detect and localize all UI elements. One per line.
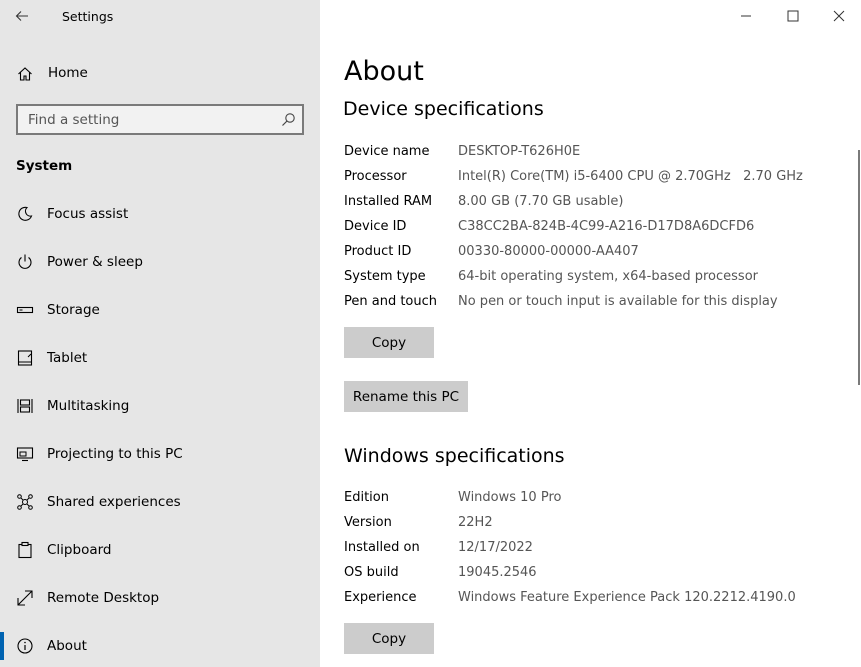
sidebar-item-label: Tablet — [47, 350, 88, 366]
shared-icon — [16, 493, 34, 511]
section-title-device-specs: Device specifications — [343, 98, 544, 120]
maximize-button[interactable] — [783, 6, 803, 26]
spec-value: 64-bit operating system, x64-based proce… — [458, 269, 758, 284]
sidebar-item-label: Remote Desktop — [47, 590, 160, 606]
spec-value: 00330-80000-00000-AA407 — [458, 244, 639, 259]
sidebar-item-label: About — [47, 638, 87, 654]
spec-value: 22H2 — [458, 515, 493, 530]
section-label-system: System — [16, 158, 73, 174]
multitasking-icon — [16, 397, 34, 415]
spec-value: 8.00 GB (7.70 GB usable) — [458, 194, 624, 209]
spec-key: System type — [344, 269, 426, 284]
rename-pc-button[interactable]: Rename this PC — [344, 381, 468, 412]
sidebar-item-label: Shared experiences — [47, 494, 181, 510]
spec-key: Installed RAM — [344, 194, 433, 209]
spec-value: 12/17/2022 — [458, 540, 533, 555]
title-bar: Settings — [0, 0, 320, 34]
sidebar-item-focus-assist[interactable]: Focus assist — [0, 196, 320, 232]
projector-icon — [16, 445, 34, 463]
tablet-icon — [16, 349, 34, 367]
spec-value: DESKTOP-T626H0E — [458, 144, 581, 159]
spec-key: Experience — [344, 590, 417, 605]
home-icon — [16, 65, 34, 83]
sidebar-item-label: Focus assist — [47, 206, 129, 222]
sidebar-item-label: Home — [48, 65, 88, 81]
spec-key: Edition — [344, 490, 389, 505]
search-icon[interactable] — [281, 112, 296, 127]
spec-value: C38CC2BA-824B-4C99-A216-D17D8A6DCFD6 — [458, 219, 755, 234]
scrollbar-thumb[interactable] — [858, 150, 860, 385]
main-content: About Device specifications Device name … — [320, 0, 861, 667]
page-title: About — [344, 56, 424, 87]
spec-value: Windows 10 Pro — [458, 490, 562, 505]
sidebar-item-label: Power & sleep — [47, 254, 143, 270]
close-icon — [833, 10, 845, 22]
power-icon — [16, 253, 34, 271]
copy-windows-specs-button[interactable]: Copy — [344, 623, 434, 654]
app-title: Settings — [62, 9, 114, 24]
spec-key: Device ID — [344, 219, 407, 234]
storage-icon — [16, 301, 34, 319]
clipboard-icon — [16, 541, 34, 559]
sidebar-item-label: Storage — [47, 302, 100, 318]
back-arrow-icon — [15, 11, 28, 21]
spec-key: Pen and touch — [344, 294, 438, 309]
selection-indicator — [0, 632, 4, 660]
search-box[interactable] — [16, 104, 304, 135]
spec-value: No pen or touch input is available for t… — [458, 294, 778, 309]
sidebar-item-clipboard[interactable]: Clipboard — [0, 532, 320, 568]
info-icon — [16, 637, 34, 655]
sidebar-item-storage[interactable]: Storage — [0, 292, 320, 328]
spec-key: Processor — [344, 169, 407, 184]
sidebar-item-shared-experiences[interactable]: Shared experiences — [0, 484, 320, 520]
sidebar-item-tablet[interactable]: Tablet — [0, 340, 320, 376]
sidebar-item-projecting[interactable]: Projecting to this PC — [0, 436, 320, 472]
maximize-icon — [787, 10, 799, 22]
spec-value: 19045.2546 — [458, 565, 537, 580]
moon-icon — [16, 205, 34, 223]
section-title-windows-specs: Windows specifications — [344, 445, 565, 467]
sidebar-item-label: Clipboard — [47, 542, 112, 558]
spec-key: Version — [344, 515, 392, 530]
sidebar-item-label: Projecting to this PC — [47, 446, 183, 462]
sidebar-item-label: Multitasking — [47, 398, 130, 414]
sidebar: Settings Home System Focus assist Power … — [0, 0, 320, 667]
sidebar-item-home[interactable]: Home — [0, 58, 320, 88]
spec-key: OS build — [344, 565, 399, 580]
minimize-icon — [741, 15, 751, 17]
minimize-button[interactable] — [736, 6, 756, 26]
close-button[interactable] — [829, 6, 849, 26]
sidebar-item-remote-desktop[interactable]: Remote Desktop — [0, 580, 320, 616]
spec-value: Windows Feature Experience Pack 120.2212… — [458, 590, 796, 605]
spec-key: Product ID — [344, 244, 412, 259]
spec-value: Intel(R) Core(TM) i5-6400 CPU @ 2.70GHz … — [458, 169, 803, 184]
sidebar-item-multitasking[interactable]: Multitasking — [0, 388, 320, 424]
copy-device-specs-button[interactable]: Copy — [344, 327, 434, 358]
search-input[interactable] — [18, 106, 273, 133]
sidebar-item-power-sleep[interactable]: Power & sleep — [0, 244, 320, 280]
spec-key: Device name — [344, 144, 430, 159]
back-button[interactable] — [14, 6, 36, 26]
spec-key: Installed on — [344, 540, 420, 555]
remote-icon — [16, 589, 34, 607]
sidebar-item-about[interactable]: About — [0, 628, 320, 664]
